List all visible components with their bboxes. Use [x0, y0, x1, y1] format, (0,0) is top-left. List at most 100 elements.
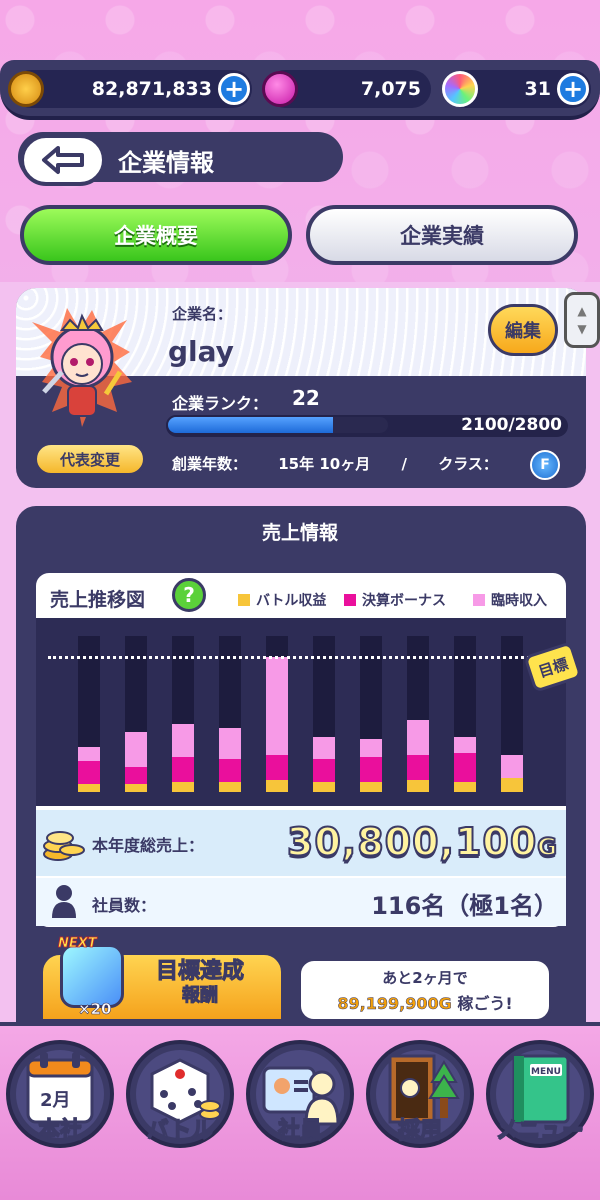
bar-segment-battle-8: [407, 780, 429, 792]
add-orbs-button[interactable]: +: [557, 73, 589, 105]
class-badge: F: [530, 450, 560, 480]
goal-speech-bubble: あと2ヶ月で 89,199,900G 稼ごう!: [298, 958, 552, 1022]
person-icon: [52, 885, 76, 918]
tab-company-results[interactable]: 企業実績: [306, 205, 578, 265]
bar-segment-temp-4: [219, 727, 241, 759]
nav-battle-label: バトル: [146, 1117, 214, 1143]
tab-company-overview[interactable]: 企業概要: [20, 205, 292, 265]
legend-swatch-battle: [238, 594, 250, 606]
bar-segment-bonus-3: [172, 756, 194, 783]
back-arrow-icon: [42, 146, 84, 174]
bar-segment-battle-3: [172, 782, 194, 792]
legend-swatch-temp: [473, 594, 485, 606]
total-sales-amount: 30,800,100: [286, 819, 538, 865]
exp-bar: [166, 415, 390, 435]
nav-home-label: 本社: [37, 1117, 82, 1143]
bar-segment-bonus-9: [454, 753, 476, 783]
company-name: glay: [168, 335, 234, 368]
orbs-counter: 31 +: [442, 70, 591, 108]
company-representative-avatar[interactable]: [22, 302, 142, 432]
next-tag: NEXT: [58, 936, 97, 952]
bar-segment-battle-4: [219, 782, 241, 792]
founded-value: 15年 10ヶ月: [278, 455, 371, 473]
bar-segment-temp-6: [313, 737, 335, 759]
reward-title-line1: 目標達成: [155, 959, 244, 984]
goal-message-suffix: 稼ごう!: [457, 994, 513, 1013]
gold-amount: 82,871,833: [91, 78, 212, 100]
legend-label-battle: バトル収益: [256, 593, 327, 609]
reward-orb-icon: [60, 944, 124, 1008]
bar-segment-battle-1: [78, 784, 100, 792]
page-title: 企業情報: [118, 149, 214, 177]
legend-swatch-bonus: [344, 594, 356, 606]
bar-column-2: [125, 636, 147, 792]
staff-count-value: 116名（極1名）: [371, 892, 558, 920]
exp-bar-fill: [168, 417, 333, 433]
bar-column-4: [219, 636, 241, 792]
reward-count: ×20: [78, 1000, 112, 1019]
bar-column-10: [501, 636, 523, 792]
total-sales-label: 本年度総売上：: [92, 836, 205, 855]
currency-bar: 82,871,833 + 7,075 31 +: [0, 60, 600, 120]
bar-segment-temp-5: [266, 657, 288, 755]
bar-segment-temp-2: [125, 731, 147, 767]
goal-remaining-amount: 89,199,900: [337, 994, 439, 1014]
goal-message-line1: あと2ヶ月で: [382, 969, 468, 987]
change-representative-button[interactable]: 代表変更: [34, 442, 146, 476]
chart-plot-area: [36, 618, 566, 806]
svg-text:MENU: MENU: [531, 1067, 561, 1077]
bar-column-3: [172, 636, 194, 792]
reward-title-line2: 報酬: [182, 985, 219, 1007]
drops-counter: 7,075: [262, 70, 431, 108]
bar-segment-battle-5: [266, 780, 288, 792]
bar-segment-battle-6: [313, 782, 335, 792]
bar-column-1: [78, 636, 100, 792]
scroll-down-icon: ▼: [577, 322, 587, 336]
bar-segment-battle-7: [360, 782, 382, 792]
bar-column-5: [266, 636, 288, 792]
chart-title: 売上推移図: [50, 589, 146, 611]
nav-menu-label: メニュー: [495, 1117, 584, 1143]
bar-segment-temp-7: [360, 739, 382, 757]
nav-hire-label: 採用: [397, 1117, 442, 1143]
sales-header: 売上情報: [261, 522, 338, 544]
staff-count-label: 社員数：: [92, 896, 157, 915]
founded-label: 創業年数：: [172, 455, 248, 473]
drops-amount: 7,075: [360, 78, 421, 100]
bar-segment-bonus-1: [78, 760, 100, 785]
total-sales-unit: G: [536, 832, 558, 862]
add-gold-button[interactable]: +: [218, 73, 250, 105]
orbs-amount: 31: [524, 78, 551, 100]
bar-segment-temp-9: [454, 737, 476, 753]
rainbow-orb-icon: [442, 71, 478, 107]
bar-segment-temp-3: [172, 723, 194, 757]
class-separator: /: [401, 455, 407, 473]
rank-value: 22: [292, 386, 320, 410]
legend-label-bonus: 決算ボーナス: [362, 593, 446, 609]
bar-segment-bonus-7: [360, 756, 382, 783]
scroll-handle[interactable]: ▲ ▼: [564, 292, 600, 348]
bar-segment-bonus-5: [266, 754, 288, 781]
scroll-up-icon: ▲: [577, 304, 587, 318]
pink-drop-icon: [262, 71, 298, 107]
help-icon[interactable]: ?: [172, 578, 206, 612]
back-button[interactable]: [20, 134, 106, 186]
bar-segment-bonus-6: [313, 758, 335, 783]
bar-segment-battle-10: [501, 778, 523, 792]
bar-segment-bonus-2: [125, 766, 147, 785]
legend-battle: バトル収益: [238, 590, 326, 610]
gold-counter: 82,871,833 +: [8, 70, 252, 108]
bar-segment-temp-8: [407, 719, 429, 755]
bar-segment-bonus-8: [407, 754, 429, 781]
bar-column-9: [454, 636, 476, 792]
rank-label: 企業ランク：: [172, 394, 269, 413]
company-name-label: 企業名：: [172, 305, 233, 323]
reward-title: 目標達成 報酬: [140, 959, 260, 1008]
bar-column-6: [313, 636, 335, 792]
bar-segment-battle-2: [125, 784, 147, 792]
bar-column-8: [407, 636, 429, 792]
bar-segment-temp-10: [501, 754, 523, 779]
edit-button[interactable]: 編集: [488, 304, 558, 356]
goal-line: [48, 655, 530, 659]
legend-temp: 臨時収入: [473, 590, 547, 610]
